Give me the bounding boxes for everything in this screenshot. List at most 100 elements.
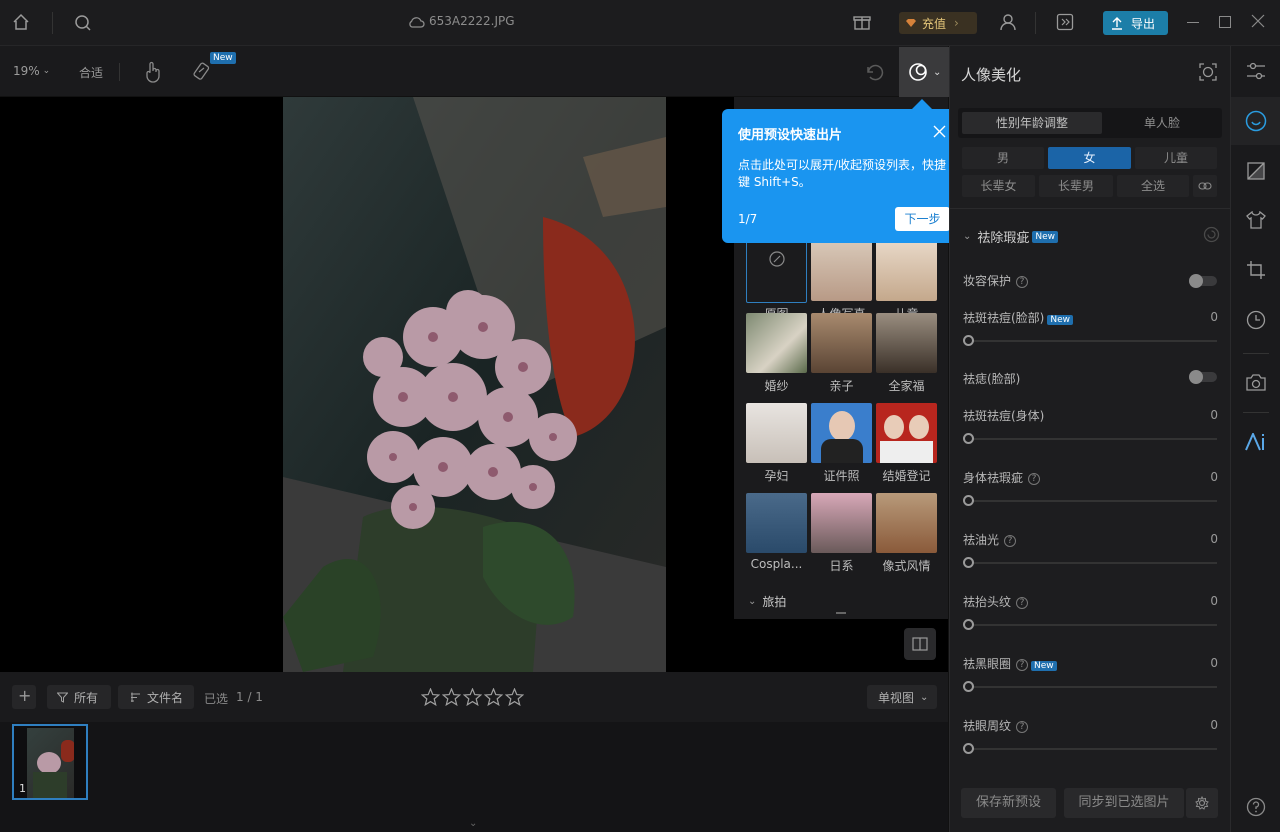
oil-shine-slider[interactable] bbox=[964, 562, 1217, 564]
section-travel[interactable]: ⌄ 旅拍 bbox=[748, 593, 786, 610]
rating-stars[interactable] bbox=[421, 688, 524, 706]
next-step-button[interactable]: 下一步 bbox=[895, 207, 950, 231]
gift-icon[interactable] bbox=[853, 13, 871, 31]
close-icon[interactable] bbox=[933, 125, 946, 138]
recharge-button[interactable]: 充值 › bbox=[899, 12, 977, 34]
body-spot-acne-slider[interactable] bbox=[964, 438, 1217, 440]
body-blemish-slider[interactable] bbox=[964, 500, 1217, 502]
clothing-icon[interactable] bbox=[1231, 196, 1280, 244]
preset-japanese[interactable]: 日系 bbox=[811, 493, 872, 577]
face-detect-icon[interactable] bbox=[1198, 62, 1218, 82]
hand-tool-icon[interactable] bbox=[144, 61, 162, 83]
sort-button[interactable]: 文件名 bbox=[118, 685, 194, 709]
sync-settings-button[interactable] bbox=[1186, 788, 1218, 818]
forehead-lines-value: 0 bbox=[1210, 594, 1218, 608]
face-beauty-icon[interactable] bbox=[1231, 97, 1280, 145]
home-icon[interactable] bbox=[12, 13, 30, 31]
undo-icon[interactable] bbox=[864, 62, 884, 82]
age-elder-male[interactable]: 长辈男 bbox=[1039, 175, 1113, 197]
gender-child[interactable]: 儿童 bbox=[1135, 147, 1217, 169]
preset-label: 结婚登记 bbox=[882, 469, 931, 483]
dark-circles-value: 0 bbox=[1210, 656, 1218, 670]
preset-icon bbox=[908, 62, 928, 82]
view-mode-dropdown[interactable]: 单视图 ⌄ bbox=[867, 685, 937, 709]
search-icon[interactable] bbox=[74, 14, 92, 32]
face-mole-toggle[interactable] bbox=[1189, 370, 1217, 384]
zoom-dropdown[interactable]: 19% ⌄ bbox=[13, 64, 50, 78]
tab-gender-age[interactable]: 性别年龄调整 bbox=[962, 112, 1102, 134]
reset-icon[interactable] bbox=[1203, 226, 1220, 243]
preset-marriage-registration[interactable]: 结婚登记 bbox=[876, 403, 937, 487]
history-icon[interactable] bbox=[1231, 296, 1280, 344]
ai-icon[interactable] bbox=[1231, 418, 1280, 466]
preset-style[interactable]: 像式风情 bbox=[876, 493, 937, 577]
chevron-down-icon[interactable]: ⌄ bbox=[469, 818, 477, 829]
save-preset-button[interactable]: 保存新预设 bbox=[961, 788, 1056, 818]
recharge-label: 充值 bbox=[922, 16, 947, 31]
panel-toggle-icon[interactable] bbox=[1056, 13, 1074, 31]
star-icon[interactable] bbox=[442, 688, 461, 706]
help-icon[interactable]: ? bbox=[1016, 596, 1029, 609]
adjust-sliders-icon[interactable] bbox=[1231, 47, 1280, 95]
preset-family-photo[interactable]: 全家福 bbox=[876, 313, 937, 397]
close-icon[interactable] bbox=[1251, 14, 1265, 28]
help-icon[interactable] bbox=[1231, 783, 1280, 831]
sync-selected-button[interactable]: 同步到已选图片 bbox=[1064, 788, 1184, 818]
filmstrip-thumbnail[interactable]: 1 bbox=[12, 724, 88, 800]
compare-button[interactable] bbox=[904, 628, 936, 660]
gender-male[interactable]: 男 bbox=[962, 147, 1044, 169]
star-icon[interactable] bbox=[463, 688, 482, 706]
help-icon[interactable]: ? bbox=[1016, 658, 1029, 671]
maximize-icon[interactable] bbox=[1219, 16, 1231, 28]
slider-handle[interactable] bbox=[963, 619, 974, 630]
age-elder-female[interactable]: 长辈女 bbox=[962, 175, 1035, 197]
preset-wedding[interactable]: 婚纱 bbox=[746, 313, 807, 397]
help-icon[interactable]: ? bbox=[1004, 534, 1017, 547]
slider-handle[interactable] bbox=[963, 557, 974, 568]
camera-icon[interactable] bbox=[1231, 358, 1280, 406]
section-blemish-removal[interactable]: ⌄ 祛除瑕疵 New bbox=[963, 227, 1059, 246]
preset-thumb bbox=[811, 241, 872, 301]
eye-wrinkles-slider[interactable] bbox=[964, 748, 1217, 750]
star-icon[interactable] bbox=[421, 688, 440, 706]
filter-button[interactable]: 所有 bbox=[47, 685, 111, 709]
forehead-lines-slider[interactable] bbox=[964, 624, 1217, 626]
face-spot-acne-slider[interactable] bbox=[964, 340, 1217, 342]
bottom-bar: + 所有 文件名 已选 1 / 1 单视图 ⌄ bbox=[0, 672, 948, 722]
preset-cosplay[interactable]: Cospla... bbox=[746, 493, 807, 577]
preset-family-kids[interactable]: 亲子 bbox=[811, 313, 872, 397]
photo-preview[interactable] bbox=[283, 97, 666, 672]
preset-thumb bbox=[876, 241, 937, 301]
slider-handle[interactable] bbox=[963, 335, 974, 346]
tab-single-face[interactable]: 单人脸 bbox=[1106, 112, 1218, 134]
slider-handle[interactable] bbox=[963, 433, 974, 444]
slider-handle[interactable] bbox=[963, 495, 974, 506]
tone-curve-icon[interactable] bbox=[1231, 147, 1280, 195]
help-icon[interactable]: ? bbox=[1028, 472, 1041, 485]
eraser-tool-icon[interactable] bbox=[193, 61, 213, 81]
scroll-handle[interactable] bbox=[836, 612, 846, 614]
new-badge: New bbox=[1031, 661, 1057, 671]
user-icon[interactable] bbox=[999, 13, 1017, 31]
fit-button[interactable]: 合适 bbox=[79, 64, 103, 81]
preset-maternity[interactable]: 孕妇 bbox=[746, 403, 807, 487]
help-icon[interactable]: ? bbox=[1016, 275, 1029, 288]
star-icon[interactable] bbox=[505, 688, 524, 706]
preset-id-photo[interactable]: 证件照 bbox=[811, 403, 872, 487]
help-icon[interactable]: ? bbox=[1016, 720, 1029, 733]
slider-handle[interactable] bbox=[963, 743, 974, 754]
dark-circles-slider[interactable] bbox=[964, 686, 1217, 688]
export-button[interactable]: 导出 bbox=[1103, 11, 1168, 35]
gender-female[interactable]: 女 bbox=[1048, 147, 1131, 169]
preset-toggle-button[interactable]: ⌄ bbox=[899, 47, 949, 97]
eye-wrinkles-value: 0 bbox=[1210, 718, 1218, 732]
crop-icon[interactable] bbox=[1231, 246, 1280, 294]
minimize-icon[interactable] bbox=[1187, 22, 1199, 23]
age-select-all[interactable]: 全选 bbox=[1117, 175, 1189, 197]
slider-handle[interactable] bbox=[963, 681, 974, 692]
add-button[interactable]: + bbox=[12, 685, 36, 709]
link-icon[interactable] bbox=[1193, 175, 1217, 197]
makeup-protect-toggle[interactable] bbox=[1189, 274, 1217, 288]
body-blemish-label: 身体祛瑕疵? bbox=[963, 469, 1041, 486]
star-icon[interactable] bbox=[484, 688, 503, 706]
